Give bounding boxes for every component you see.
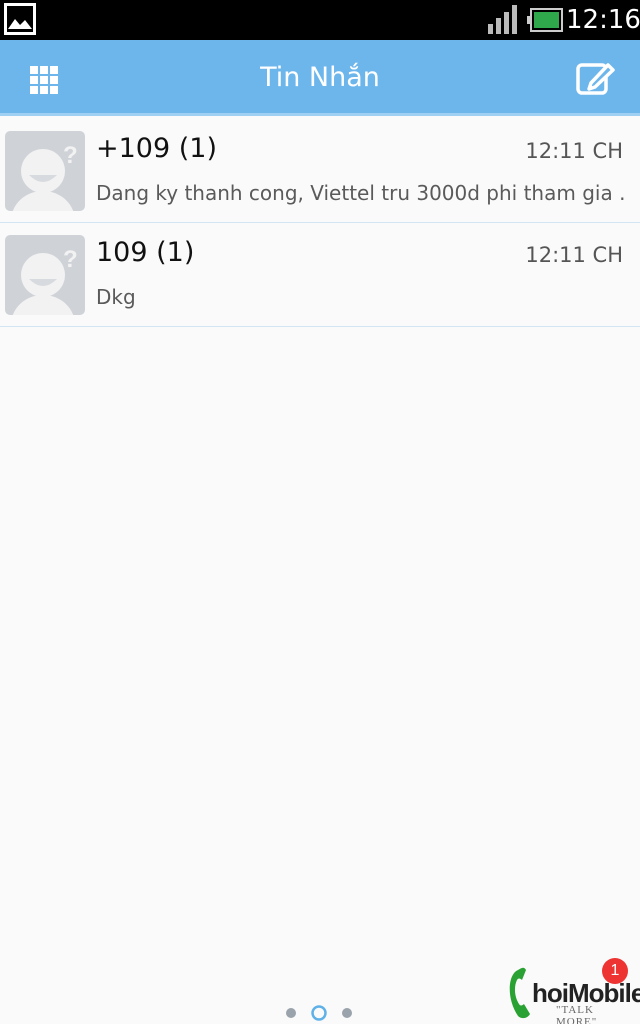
app-header: Tin Nhắn: [0, 40, 640, 116]
watermark-logo: hoiMobile "TALK MORE" 1: [504, 958, 640, 1024]
page-dot[interactable]: [286, 1008, 296, 1018]
unknown-contact-icon: ?: [5, 235, 85, 315]
page-indicator: [286, 1005, 352, 1021]
svg-text:?: ?: [63, 142, 78, 169]
conversation-row[interactable]: ? 109 (1) 12:11 CH Dkg: [0, 223, 640, 327]
gallery-icon: [4, 3, 36, 35]
contact-name: +109 (1): [96, 133, 217, 164]
signal-icon: [488, 5, 517, 34]
screen: 12:16 Tin Nhắn ? +109 (1) 12:11 CH Dang …: [0, 0, 640, 1024]
status-time: 12:16: [566, 5, 640, 35]
contact-name: 109 (1): [96, 237, 195, 268]
conversation-row[interactable]: ? +109 (1) 12:11 CH Dang ky thanh cong, …: [0, 119, 640, 223]
svg-text:?: ?: [63, 246, 78, 273]
watermark-tagline: "TALK MORE": [556, 1004, 598, 1024]
status-bar: 12:16: [0, 0, 640, 40]
avatar: ?: [5, 131, 85, 211]
compose-button[interactable]: [572, 56, 618, 102]
conversation-list: ? +109 (1) 12:11 CH Dang ky thanh cong, …: [0, 119, 640, 327]
message-time: 12:11 CH: [525, 243, 623, 267]
page-dot[interactable]: [342, 1008, 352, 1018]
notification-badge: 1: [602, 958, 628, 984]
unknown-contact-icon: ?: [5, 131, 85, 211]
message-time: 12:11 CH: [525, 139, 623, 163]
page-title: Tin Nhắn: [260, 62, 380, 93]
message-preview: Dkg: [96, 285, 136, 309]
battery-icon: [527, 8, 563, 32]
message-preview: Dang ky thanh cong, Viettel tru 3000d ph…: [96, 181, 626, 205]
avatar: ?: [5, 235, 85, 315]
compose-icon: [576, 63, 615, 95]
page-dot-active[interactable]: [311, 1005, 327, 1021]
